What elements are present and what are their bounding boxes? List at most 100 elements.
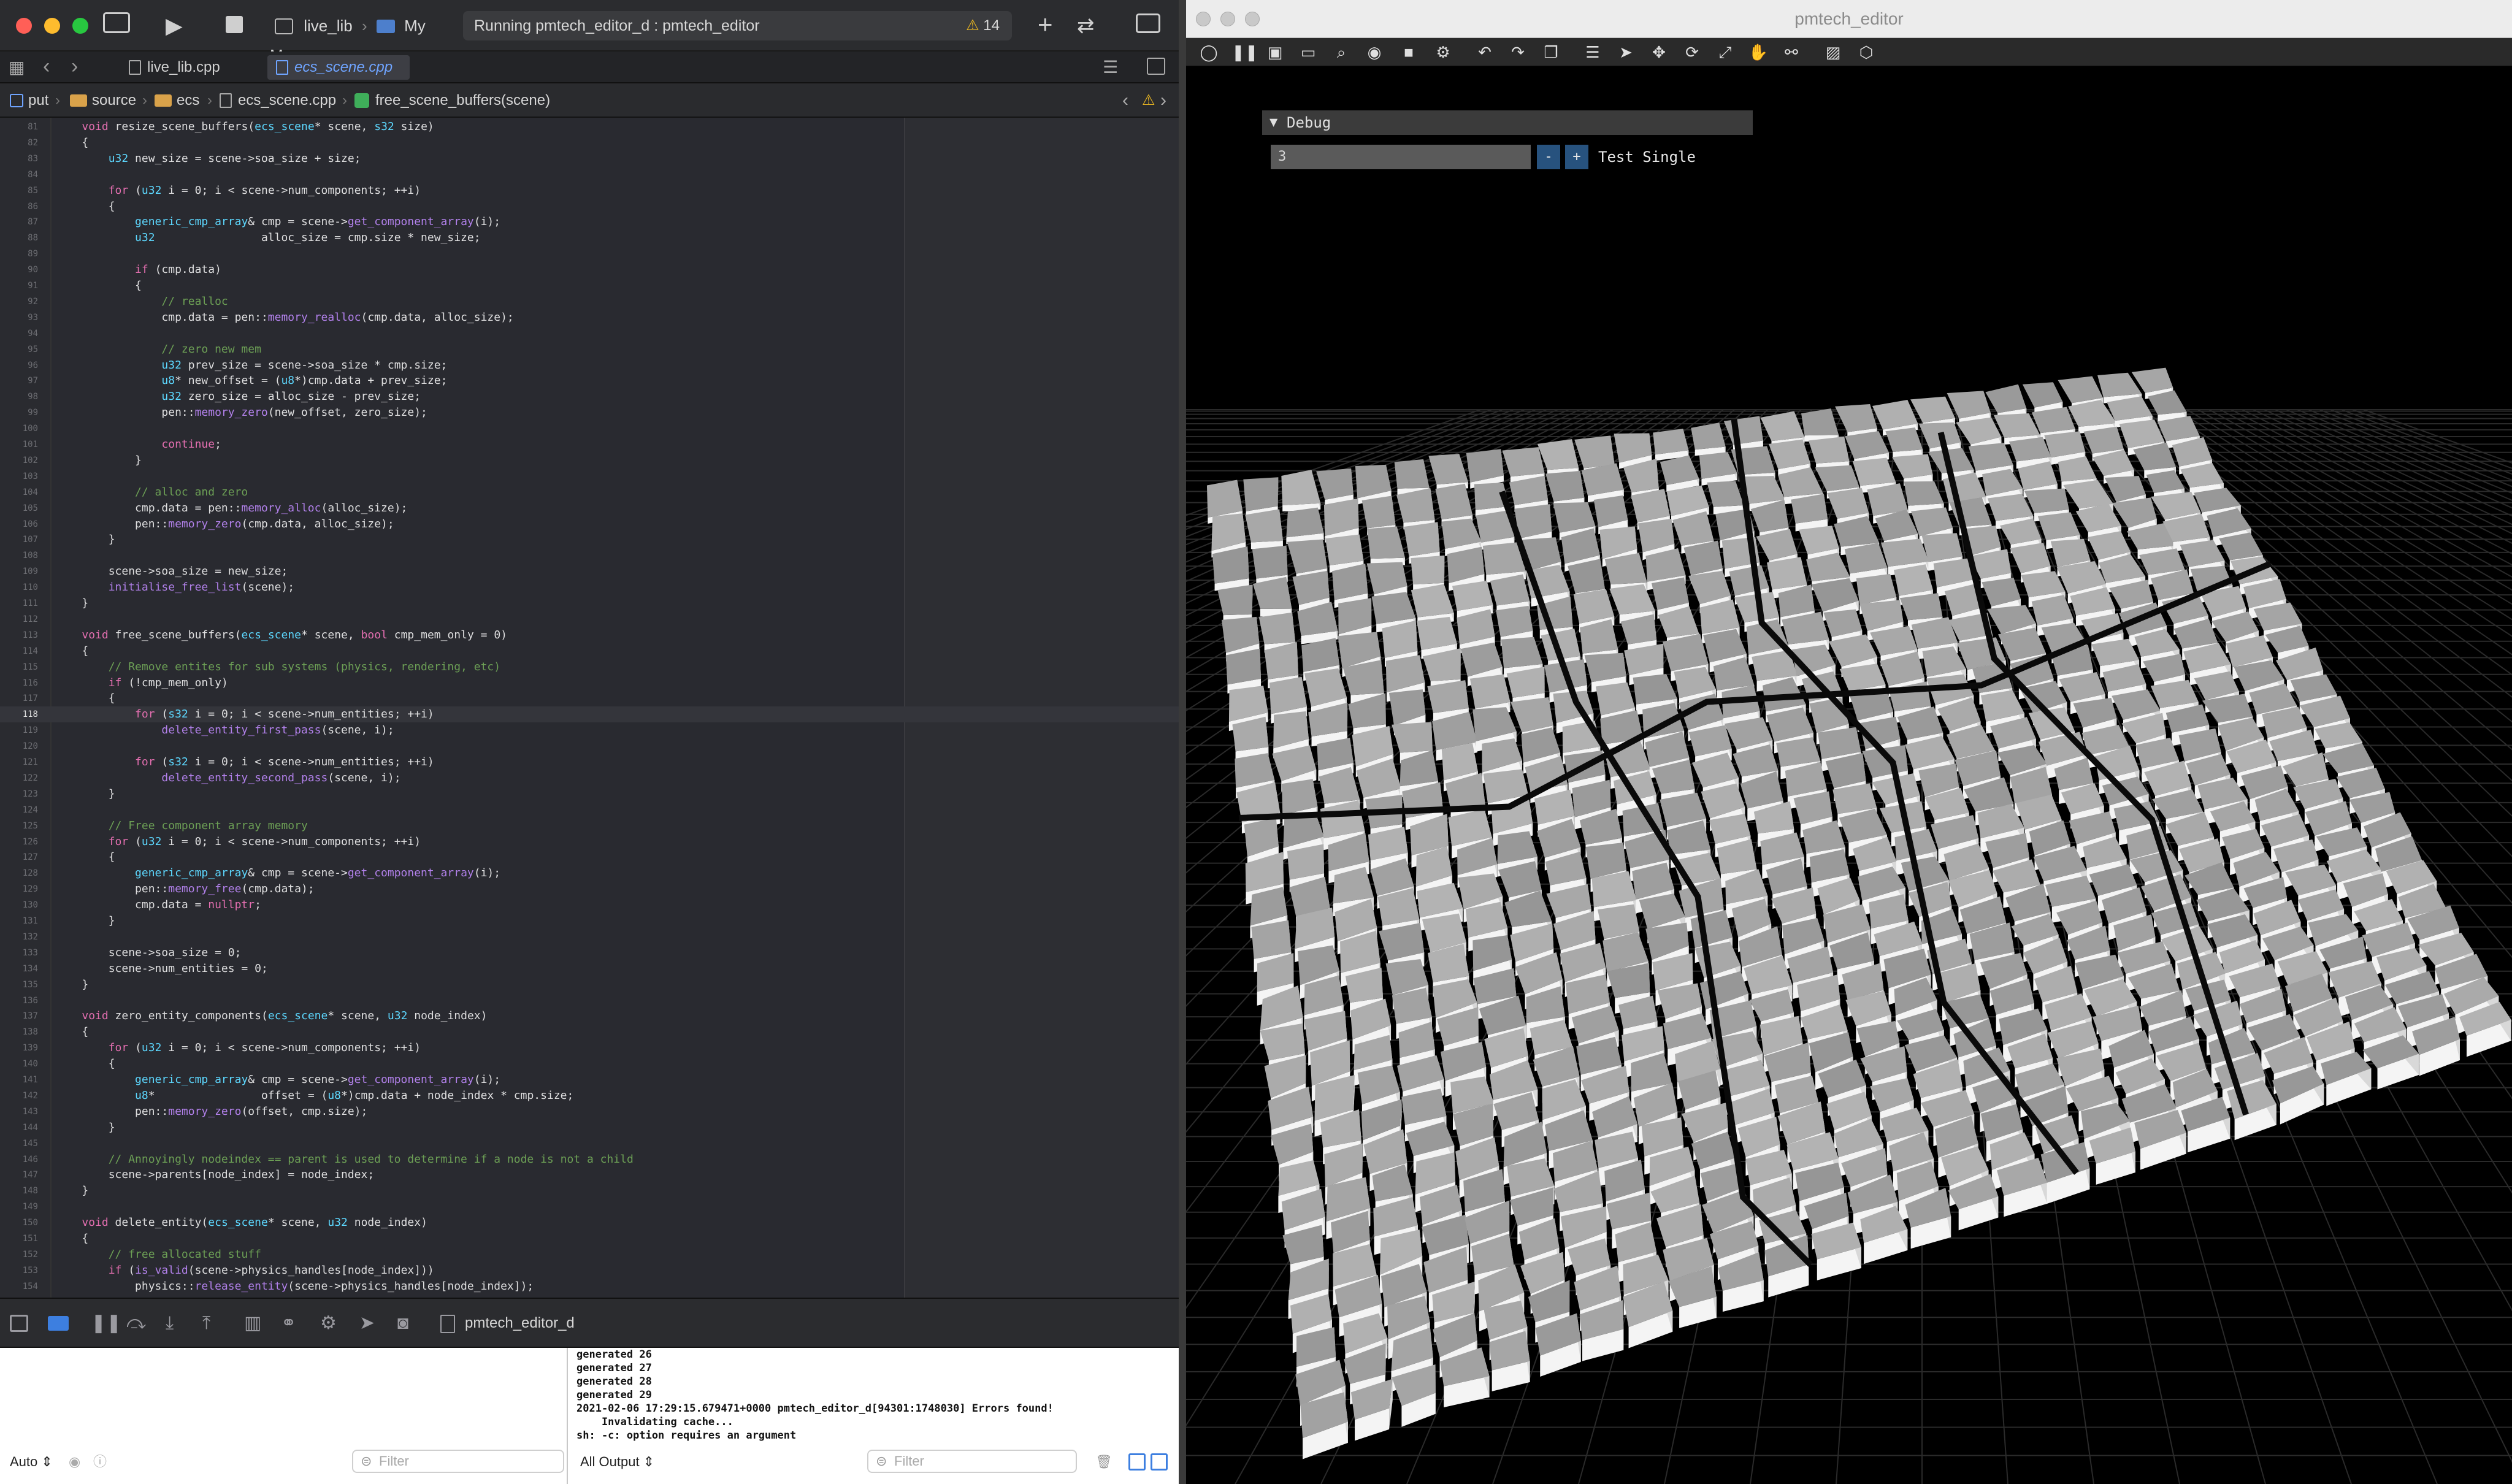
code-line[interactable]: 136 <box>0 993 1179 1009</box>
camera-icon[interactable]: ◙ <box>397 1311 408 1336</box>
code-line[interactable]: 84 <box>0 167 1179 183</box>
code-line[interactable]: 112 <box>0 611 1179 627</box>
code-line[interactable]: 126 for (u32 i = 0; i < scene->num_compo… <box>0 834 1179 850</box>
code-line[interactable]: 124 <box>0 802 1179 818</box>
code-line[interactable]: 90 if (cmp.data) <box>0 262 1179 278</box>
code-line[interactable]: 146 // Annoyingly nodeindex == parent is… <box>0 1152 1179 1168</box>
back-icon[interactable]: ‹ <box>43 53 50 80</box>
breadcrumb-item[interactable]: put <box>10 83 48 118</box>
forward-icon[interactable]: › <box>1160 83 1166 118</box>
stop-icon[interactable] <box>226 16 243 33</box>
code-line[interactable]: 88 u32 alloc_size = cmp.size * new_size; <box>0 230 1179 246</box>
redo-icon[interactable]: ↷ <box>1507 42 1528 63</box>
code-line[interactable]: 143 pen::memory_zero(offset, cmp.size); <box>0 1104 1179 1120</box>
code-line[interactable]: 103 <box>0 469 1179 484</box>
code-line[interactable]: 89 <box>0 246 1179 262</box>
code-line[interactable]: 139 for (u32 i = 0; i < scene->num_compo… <box>0 1040 1179 1056</box>
code-line[interactable]: 134 scene->num_entities = 0; <box>0 961 1179 977</box>
code-line[interactable]: 148 } <box>0 1183 1179 1199</box>
code-line[interactable]: 131 } <box>0 913 1179 929</box>
code-line[interactable]: 102 } <box>0 453 1179 469</box>
sidebar-toggle-icon[interactable] <box>103 12 130 33</box>
code-line[interactable]: 119 delete_entity_first_pass(scene, i); <box>0 722 1179 738</box>
code-line[interactable]: 114 { <box>0 643 1179 659</box>
tab-live-lib[interactable]: live_lib.cpp <box>120 55 255 80</box>
camera-icon[interactable]: ■ <box>1398 42 1419 63</box>
breadcrumb-item[interactable]: free_scene_buffers(scene) <box>354 83 550 118</box>
debug-panel-header[interactable]: ▼ Debug <box>1262 110 1753 135</box>
code-line[interactable]: 147 scene->parents[node_index] = node_in… <box>0 1167 1179 1183</box>
add-icon[interactable]: + <box>1038 11 1053 38</box>
open-folder-icon[interactable]: ▭ <box>1298 42 1319 63</box>
code-line[interactable]: 87 generic_cmp_array& cmp = scene->get_c… <box>0 214 1179 230</box>
code-line[interactable]: 153 if (is_valid(scene->physics_handles[… <box>0 1263 1179 1279</box>
code-line[interactable]: 109 scene->soa_size = new_size; <box>0 564 1179 579</box>
minimap-toggle-icon[interactable]: ☰ <box>1103 54 1118 81</box>
inspector-toggle-icon[interactable] <box>1136 13 1160 33</box>
forward-icon[interactable]: › <box>71 53 78 80</box>
duplicate-icon[interactable]: ❐ <box>1541 42 1561 63</box>
memory-graph-icon[interactable]: ⚭ <box>281 1311 296 1336</box>
search-icon[interactable]: ⌕ <box>1331 42 1352 63</box>
environment-icon[interactable]: ⚙ <box>320 1311 337 1336</box>
console-filter[interactable]: ⊜ Filter <box>867 1450 1077 1473</box>
code-line[interactable]: 127 { <box>0 849 1179 865</box>
debug-value-input[interactable]: 3 <box>1271 145 1531 169</box>
code-line[interactable]: 152 // free allocated stuff <box>0 1247 1179 1263</box>
code-line[interactable]: 99 pen::memory_zero(new_offset, zero_siz… <box>0 405 1179 421</box>
code-line[interactable]: 128 generic_cmp_array& cmp = scene->get_… <box>0 865 1179 881</box>
code-line[interactable]: 142 u8* offset = (u8*)cmp.data + node_in… <box>0 1088 1179 1104</box>
code-line[interactable]: 83 u32 new_size = scene->soa_size + size… <box>0 151 1179 167</box>
code-line[interactable]: 94 <box>0 326 1179 342</box>
code-line[interactable]: 151 { <box>0 1231 1179 1247</box>
code-line[interactable]: 130 cmp.data = nullptr; <box>0 897 1179 913</box>
code-line[interactable]: 108 <box>0 548 1179 564</box>
code-line[interactable]: 137 void zero_entity_components(ecs_scen… <box>0 1008 1179 1024</box>
variables-mode-selector[interactable]: Auto ⇕ <box>10 1451 53 1473</box>
code-line[interactable]: 150 void delete_entity(ecs_scene* scene,… <box>0 1215 1179 1231</box>
code-line[interactable]: 81 void resize_scene_buffers(ecs_scene* … <box>0 119 1179 135</box>
code-line[interactable]: 140 { <box>0 1056 1179 1072</box>
step-into-icon[interactable]: ⤓ <box>166 1311 174 1336</box>
close-button[interactable] <box>16 18 32 34</box>
warning-badge[interactable]: ⚠ 14 <box>966 11 1000 40</box>
swap-icon[interactable]: ⇄ <box>1077 12 1095 39</box>
close-button[interactable] <box>1196 12 1211 26</box>
code-line[interactable]: 154 physics::release_entity(scene->physi… <box>0 1279 1179 1295</box>
source-editor[interactable]: 81 void resize_scene_buffers(ecs_scene* … <box>0 118 1179 1298</box>
code-line[interactable]: 95 // zero new mem <box>0 342 1179 358</box>
code-line[interactable]: 105 cmp.data = pen::memory_alloc(alloc_s… <box>0 500 1179 516</box>
warning-icon[interactable]: ⚠ <box>1142 83 1155 118</box>
step-over-icon[interactable]: ⤼ <box>126 1311 146 1336</box>
select-icon[interactable]: ➤ <box>1615 42 1636 63</box>
code-line[interactable]: 107 } <box>0 532 1179 548</box>
code-line[interactable]: 129 pen::memory_free(cmp.data); <box>0 881 1179 897</box>
code-line[interactable]: 117 { <box>0 690 1179 706</box>
grid-icon[interactable]: ▦ <box>9 54 25 81</box>
code-line[interactable]: 138 { <box>0 1024 1179 1040</box>
breakpoints-icon[interactable] <box>48 1316 69 1331</box>
view-hierarchy-icon[interactable]: ▥ <box>244 1311 261 1336</box>
split-editor-icon[interactable] <box>1147 58 1165 75</box>
code-line[interactable]: 149 <box>0 1199 1179 1215</box>
code-line[interactable]: 122 delete_entity_second_pass(scene, i); <box>0 770 1179 786</box>
run-icon[interactable]: ▶ <box>166 12 183 39</box>
code-line[interactable]: 98 u32 zero_size = alloc_size - prev_siz… <box>0 389 1179 405</box>
test-single-button[interactable]: Test Single <box>1598 145 1696 169</box>
code-line[interactable]: 86 { <box>0 199 1179 215</box>
physics-icon[interactable]: ⚙ <box>1433 42 1453 63</box>
pause-icon[interactable]: ❚❚ <box>91 1311 121 1336</box>
minimize-button[interactable] <box>44 18 60 34</box>
code-line[interactable]: 135 } <box>0 977 1179 993</box>
save-icon[interactable]: ▣ <box>1265 42 1285 63</box>
trash-icon[interactable]: 🗑 <box>1095 1451 1112 1473</box>
code-line[interactable]: 91 { <box>0 278 1179 294</box>
code-line[interactable]: 92 // realloc <box>0 294 1179 310</box>
code-line[interactable]: 115 // Remove entites for sub systems (p… <box>0 659 1179 675</box>
translate-icon[interactable]: ✥ <box>1648 42 1669 63</box>
breadcrumb-item[interactable]: ecs <box>155 83 199 118</box>
zoom-button[interactable] <box>1245 12 1260 26</box>
variables-filter[interactable]: ⊜ Filter <box>352 1450 564 1473</box>
code-line[interactable]: 116 if (!cmp_mem_only) <box>0 675 1179 691</box>
code-line[interactable]: 132 <box>0 929 1179 945</box>
